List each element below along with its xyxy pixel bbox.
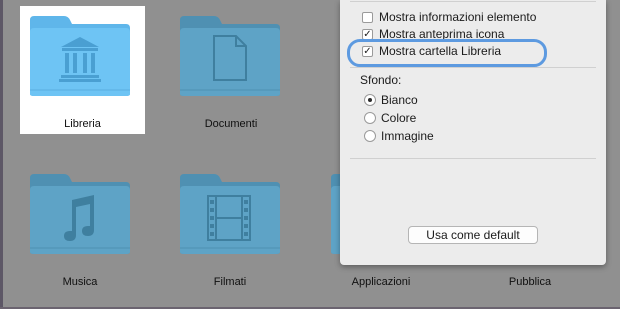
radio-background-color[interactable]: Colore xyxy=(364,110,416,126)
folder-musica[interactable] xyxy=(28,172,132,256)
document-icon xyxy=(180,16,280,96)
folder-documenti[interactable] xyxy=(178,14,282,98)
divider xyxy=(350,158,596,159)
window-left-border xyxy=(0,0,3,309)
music-note-icon xyxy=(30,174,130,254)
use-as-defaults-button[interactable]: Usa come default xyxy=(408,226,538,244)
checkbox-box[interactable]: ✓ xyxy=(362,28,373,40)
film-strip-icon xyxy=(180,174,280,254)
radio-label: Bianco xyxy=(381,93,418,107)
radio-background-image[interactable]: Immagine xyxy=(364,128,434,144)
folder-filmati[interactable] xyxy=(178,172,282,256)
radio-button[interactable] xyxy=(364,112,376,124)
library-building-icon xyxy=(30,16,130,96)
radio-label: Colore xyxy=(381,111,417,125)
item-label: Musica xyxy=(62,276,98,288)
annotation-highlight-ring xyxy=(347,39,547,67)
checkbox-box[interactable] xyxy=(362,11,373,23)
radio-button[interactable] xyxy=(364,130,376,142)
checkbox-label: Mostra informazioni elemento xyxy=(379,10,537,24)
divider xyxy=(350,67,596,68)
item-label: Documenti xyxy=(204,118,258,130)
radio-button[interactable] xyxy=(364,94,376,106)
radio-selected-dot xyxy=(368,98,372,102)
checkbox-show-item-info[interactable]: Mostra informazioni elemento xyxy=(362,9,536,25)
item-label: Pubblica xyxy=(508,276,552,288)
radio-background-white[interactable]: Bianco xyxy=(364,92,418,108)
background-section-label: Sfondo: xyxy=(360,73,402,87)
item-label: Applicazioni xyxy=(351,276,411,288)
item-label: Libreria xyxy=(64,118,101,130)
item-label: Filmati xyxy=(213,276,247,288)
folder-libreria[interactable] xyxy=(28,14,132,98)
radio-label: Immagine xyxy=(381,129,434,143)
divider xyxy=(350,1,596,2)
